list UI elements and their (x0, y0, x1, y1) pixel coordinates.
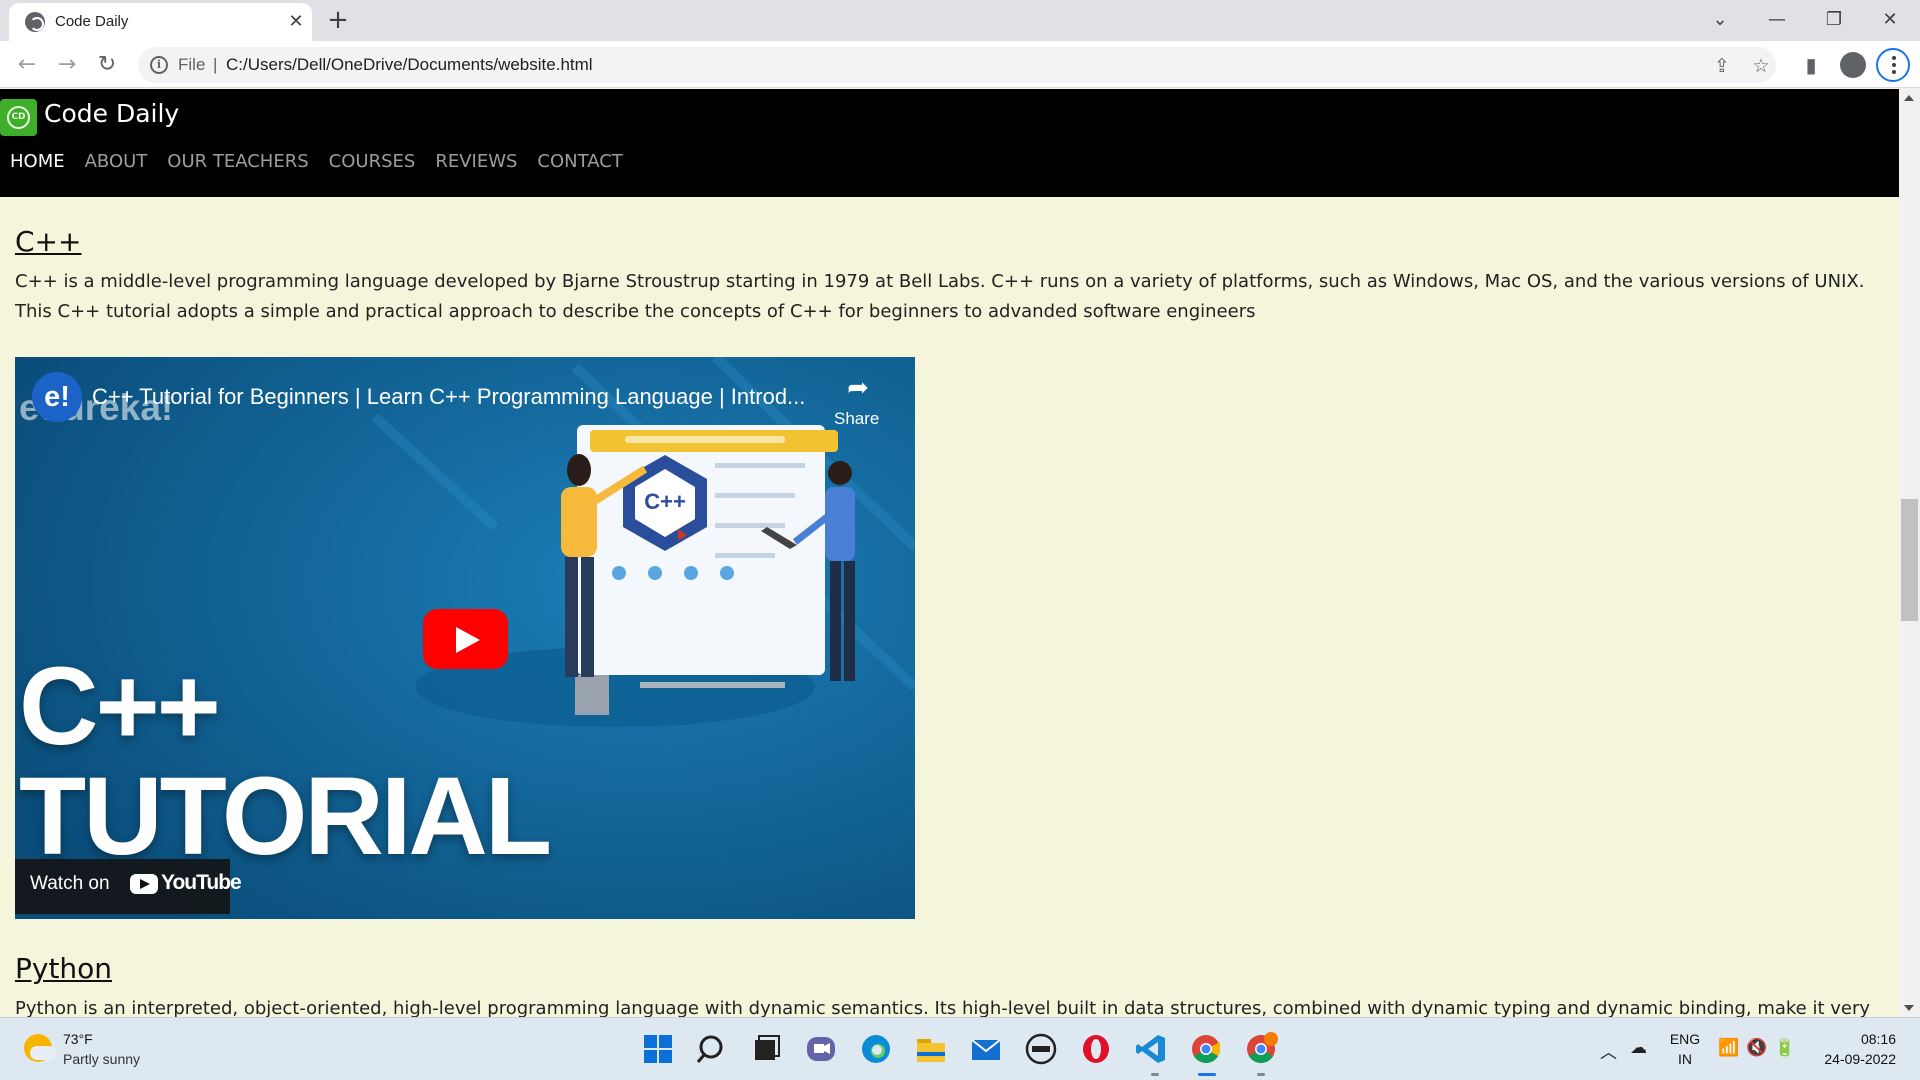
address-url[interactable]: C:/Users/Dell/OneDrive/Documents/website… (226, 55, 593, 75)
opera-icon (1083, 1035, 1109, 1063)
mail-button[interactable] (969, 1032, 1003, 1066)
youtube-embed[interactable]: edureka! e! C++ Tutorial for Beginners |… (15, 357, 915, 919)
share-page-icon[interactable]: ⇪ (1711, 55, 1733, 77)
chrome-button[interactable] (1189, 1032, 1223, 1066)
file-explorer-button[interactable] (914, 1032, 948, 1066)
nav-our-teachers[interactable]: OUR TEACHERS (167, 151, 308, 172)
clock-time[interactable]: 08:16 (1816, 1031, 1896, 1047)
minimize-button[interactable]: — (1757, 6, 1797, 34)
folder-icon (917, 1039, 945, 1062)
channel-avatar[interactable]: e! (32, 372, 82, 422)
close-window-button[interactable]: ✕ (1870, 6, 1910, 34)
chat-icon (807, 1037, 835, 1061)
chrome-active-indicator (1198, 1073, 1216, 1076)
site-brand[interactable]: Code Daily (44, 99, 179, 128)
page-viewport: CD Code Daily HOME ABOUT OUR TEACHERS CO… (0, 89, 1920, 1017)
tab-title: Code Daily (55, 13, 129, 30)
watch-on-youtube-button[interactable]: Watch on YouTube (15, 859, 242, 914)
thumbnail-headline-cpp: C++ (19, 645, 221, 768)
scroll-thumb[interactable] (1901, 499, 1918, 621)
speaker-muted-icon[interactable]: 🔇 (1746, 1038, 1767, 1058)
search-icon (696, 1035, 723, 1063)
tab-strip: Code Daily ✕ + ⌄ — ❐ ✕ (0, 0, 1920, 41)
thumbnail-headline-tutorial: TUTORIAL (19, 755, 552, 878)
chrome-profile-running-indicator (1257, 1073, 1265, 1076)
weather-temperature: 73°F (63, 1031, 93, 1047)
edge-icon (862, 1035, 890, 1063)
chrome-profile-button[interactable] (1244, 1032, 1278, 1066)
watch-on-label: Watch on (30, 873, 110, 894)
dell-button[interactable] (1024, 1032, 1058, 1066)
clock-date[interactable]: 24-09-2022 (1806, 1051, 1896, 1067)
profile-avatar[interactable] (1840, 52, 1866, 78)
share-icon[interactable]: ➦ (841, 373, 875, 403)
nav-about[interactable]: ABOUT (85, 151, 148, 172)
restore-button[interactable]: ❐ (1814, 6, 1854, 34)
wifi-icon[interactable]: 📶 (1718, 1038, 1739, 1058)
scroll-down-arrow[interactable] (1904, 1005, 1914, 1011)
back-button[interactable]: ← (13, 51, 41, 79)
chrome-icon (1192, 1035, 1220, 1063)
nav-home[interactable]: HOME (10, 151, 65, 172)
share-label[interactable]: Share (834, 409, 879, 429)
chevron-up-icon[interactable]: ︿ (1600, 1038, 1617, 1063)
info-icon[interactable]: i (150, 56, 168, 74)
reload-button[interactable]: ↻ (93, 51, 121, 79)
python-description: Python is an interpreted, object-oriente… (15, 998, 1871, 1017)
python-heading[interactable]: Python (15, 952, 112, 985)
tab-search-button[interactable]: ⌄ (1700, 6, 1740, 34)
mail-icon (971, 1039, 1001, 1060)
vscode-icon (1136, 1035, 1165, 1063)
partly-sunny-icon (24, 1034, 56, 1062)
browser-tab[interactable]: Code Daily ✕ (9, 3, 312, 41)
site-logo[interactable]: CD (0, 99, 37, 136)
forward-button[interactable]: → (53, 51, 81, 79)
browser-menu-button[interactable] (1876, 48, 1910, 82)
opera-button[interactable] (1079, 1032, 1113, 1066)
side-panel-icon[interactable]: ▮ (1797, 51, 1825, 79)
nav-reviews[interactable]: REVIEWS (435, 151, 517, 172)
site-header: CD Code Daily HOME ABOUT OUR TEACHERS CO… (0, 89, 1899, 197)
close-tab-button[interactable]: ✕ (285, 11, 307, 33)
play-button[interactable] (423, 609, 508, 669)
cpp-heading[interactable]: C++ (15, 225, 81, 258)
nav-courses[interactable]: COURSES (329, 151, 416, 172)
start-button[interactable] (641, 1032, 675, 1066)
youtube-wordmark: YouTube (161, 871, 242, 894)
scheme-label: File (178, 55, 206, 74)
chrome-profile-icon (1247, 1032, 1278, 1063)
youtube-logo-icon (130, 874, 158, 894)
more-vert-icon (1892, 56, 1896, 60)
page-scrollbar[interactable] (1899, 89, 1920, 1017)
browser-toolbar: ← → ↻ i File | C:/Users/Dell/OneDrive/Do… (0, 41, 1920, 88)
new-tab-button[interactable]: + (325, 7, 351, 33)
page-content: C++ C++ is a middle-level programming la… (0, 197, 1899, 1017)
cpp-description: C++ is a middle-level programming langua… (15, 271, 1865, 322)
address-bar[interactable]: i File | C:/Users/Dell/OneDrive/Document… (138, 47, 1776, 83)
site-logo-mark: CD (7, 106, 30, 129)
teams-chat-button[interactable] (804, 1032, 838, 1066)
vscode-running-indicator (1151, 1073, 1159, 1076)
windows-icon (644, 1035, 672, 1063)
task-view-icon (755, 1035, 780, 1060)
taskbar: 73°F Partly sunny ︿ ☁ ENG IN 📶 🔇 🔋 08:16… (0, 1017, 1920, 1080)
vscode-button[interactable] (1134, 1032, 1168, 1066)
nav-contact[interactable]: CONTACT (537, 151, 622, 172)
task-view-button[interactable] (749, 1032, 783, 1066)
input-region[interactable]: IN (1667, 1051, 1703, 1067)
site-nav: HOME ABOUT OUR TEACHERS COURSES REVIEWS … (10, 151, 623, 172)
video-title[interactable]: C++ Tutorial for Beginners | Learn C++ P… (92, 384, 805, 410)
cpp-logo-label: C++ (644, 489, 686, 514)
edge-button[interactable] (859, 1032, 893, 1066)
input-language[interactable]: ENG (1667, 1031, 1703, 1047)
dell-icon (1025, 1033, 1057, 1065)
onedrive-cloud-icon[interactable]: ☁ (1630, 1038, 1647, 1058)
battery-icon[interactable]: 🔋 (1774, 1038, 1795, 1058)
scroll-up-arrow[interactable] (1904, 95, 1914, 101)
address-separator: | (213, 55, 218, 74)
weather-description: Partly sunny (63, 1051, 141, 1067)
bookmark-star-icon[interactable]: ☆ (1750, 55, 1772, 77)
search-button[interactable] (695, 1032, 729, 1066)
globe-icon (25, 12, 45, 32)
